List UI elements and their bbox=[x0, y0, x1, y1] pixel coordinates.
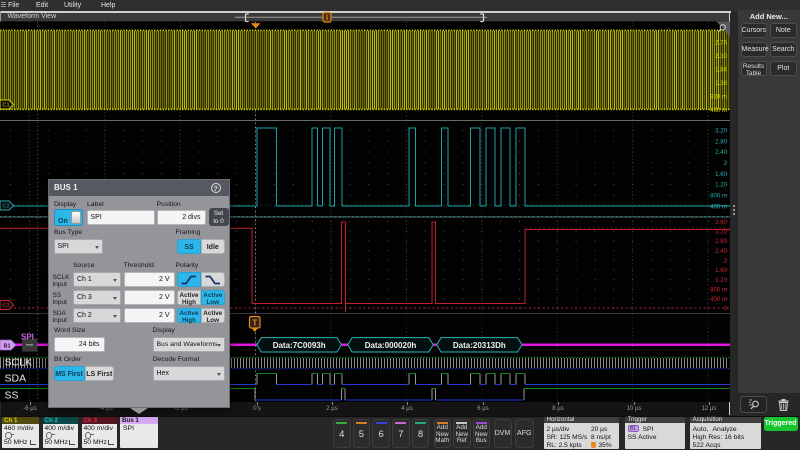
svg-text:2.80: 2.80 bbox=[715, 238, 727, 245]
svg-text:800 m: 800 m bbox=[710, 193, 727, 200]
svg-text:1.20: 1.20 bbox=[715, 277, 727, 284]
svg-text:Data:20313Dh: Data:20313Dh bbox=[453, 341, 506, 350]
svg-text:B1: B1 bbox=[3, 344, 10, 350]
svg-text:C2: C2 bbox=[2, 204, 9, 210]
svg-text:SCLK: SCLK bbox=[5, 357, 32, 369]
svg-text:Data:000020h: Data:000020h bbox=[365, 341, 417, 350]
svg-text:920 m: 920 m bbox=[710, 94, 727, 101]
svg-text:1.60: 1.60 bbox=[715, 267, 727, 274]
svg-text:3.20: 3.20 bbox=[715, 128, 727, 135]
svg-text:1.84: 1.84 bbox=[715, 66, 727, 73]
svg-text:1.38: 1.38 bbox=[715, 80, 727, 87]
svg-text:3.60: 3.60 bbox=[715, 219, 727, 226]
svg-text:SPI: SPI bbox=[21, 333, 34, 342]
svg-text:800 m: 800 m bbox=[710, 286, 727, 293]
svg-text:SS: SS bbox=[5, 390, 19, 402]
svg-text:2.30: 2.30 bbox=[715, 53, 727, 60]
svg-text:SDA: SDA bbox=[5, 372, 27, 384]
svg-text:C3: C3 bbox=[2, 303, 9, 309]
svg-text:3.20: 3.20 bbox=[715, 229, 727, 236]
svg-text:460 m: 460 m bbox=[710, 107, 727, 114]
svg-text:2.80: 2.80 bbox=[715, 138, 727, 145]
svg-text:1.60: 1.60 bbox=[715, 171, 727, 178]
svg-text:2.40: 2.40 bbox=[715, 149, 727, 156]
svg-text:C1: C1 bbox=[2, 103, 9, 109]
svg-text:400 m: 400 m bbox=[710, 203, 727, 210]
svg-text:Data:7C0093h: Data:7C0093h bbox=[273, 341, 326, 350]
svg-text:400 m: 400 m bbox=[710, 296, 727, 303]
svg-text:1.20: 1.20 bbox=[715, 182, 727, 189]
svg-text:2.40: 2.40 bbox=[715, 248, 727, 255]
svg-text:T: T bbox=[252, 319, 257, 328]
svg-text:2.76: 2.76 bbox=[715, 39, 727, 46]
